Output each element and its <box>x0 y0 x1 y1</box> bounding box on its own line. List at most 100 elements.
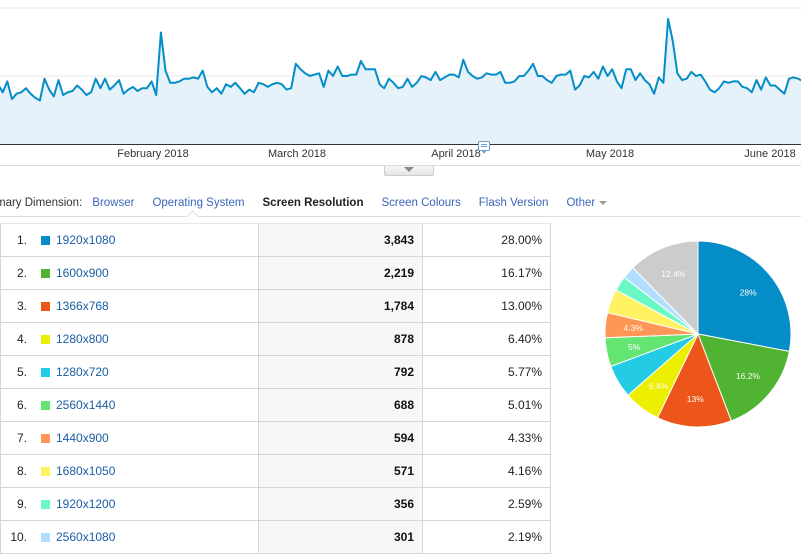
pie-slice-label: 12.4% <box>661 269 686 279</box>
primary-dimension-label: mary Dimension: <box>0 197 83 209</box>
sessions-line-chart <box>0 7 801 145</box>
sessions-value: 571 <box>393 464 414 478</box>
dimension-option-operating-system[interactable]: Operating System <box>152 197 244 209</box>
percent-cell: 4.16% <box>423 455 551 487</box>
dimension-link[interactable]: 1280x800 <box>56 332 109 346</box>
other-label: Other <box>566 197 596 209</box>
dimension-link[interactable]: 2560x1440 <box>56 398 115 412</box>
legend-swatch <box>41 500 50 509</box>
sessions-value: 688 <box>393 398 414 412</box>
percent-cell: 4.33% <box>423 422 551 454</box>
percent-cell: 13.00% <box>423 290 551 322</box>
dimension-option-screen-resolution[interactable]: Screen Resolution <box>263 197 364 209</box>
dimension-link[interactable]: 1366x768 <box>56 299 109 313</box>
legend-swatch <box>41 236 50 245</box>
dimension-option-other[interactable]: Other <box>566 197 608 209</box>
row-index: 1. <box>16 233 27 247</box>
row-index: 4. <box>16 332 27 346</box>
x-axis-tick: February 2018 <box>117 148 189 160</box>
sessions-cell: 356 <box>259 488 423 520</box>
percent-value: 13.00% <box>501 299 542 313</box>
percent-cell: 2.19% <box>423 521 551 553</box>
percent-value: 4.16% <box>507 464 542 478</box>
sessions-cell: 571 <box>259 455 423 487</box>
chevron-down-icon <box>404 167 414 172</box>
table-row: 9. 1920x1200 356 2.59% <box>0 488 551 521</box>
row-index: 2. <box>16 266 27 280</box>
row-index: 7. <box>16 431 27 445</box>
legend-swatch <box>41 302 50 311</box>
sessions-value: 3,843 <box>383 233 414 247</box>
sessions-cell: 878 <box>259 323 423 355</box>
percent-cell: 28.00% <box>423 224 551 256</box>
percent-cell: 16.17% <box>423 257 551 289</box>
row-index: 9. <box>16 497 27 511</box>
dimension-option-browser[interactable]: Browser <box>92 197 134 209</box>
primary-dimension-bar: mary Dimension: Browser Operating System… <box>0 193 625 213</box>
dimension-cell: 7. 1440x900 <box>0 422 259 454</box>
table-row: 7. 1440x900 594 4.33% <box>0 422 551 455</box>
sessions-cell: 594 <box>259 422 423 454</box>
dimension-cell: 1. 1920x1080 <box>0 224 259 256</box>
dimension-link[interactable]: 1680x1050 <box>56 464 115 478</box>
x-axis-tick: May 2018 <box>585 148 635 160</box>
row-index: 5. <box>16 365 27 379</box>
x-axis-tick: April 2018 <box>431 148 481 160</box>
dimension-cell: 5. 1280x720 <box>0 356 259 388</box>
dimension-cell: 9. 1920x1200 <box>0 488 259 520</box>
sessions-value: 594 <box>393 431 414 445</box>
data-table: 1. 1920x1080 3,843 28.00% 2. 1600x900 2,219 16.… <box>0 223 551 554</box>
dimension-link[interactable]: 1920x1080 <box>56 233 115 247</box>
dimension-option-flash-version[interactable]: Flash Version <box>479 197 549 209</box>
dimension-link[interactable]: 1280x720 <box>56 365 109 379</box>
percent-value: 5.01% <box>507 398 542 412</box>
table-row: 8. 1680x1050 571 4.16% <box>0 455 551 488</box>
table-row: 2. 1600x900 2,219 16.17% <box>0 257 551 290</box>
dimension-link[interactable]: 1440x900 <box>56 431 109 445</box>
table-row: 3. 1366x768 1,784 13.00% <box>0 290 551 323</box>
sessions-cell: 3,843 <box>259 224 423 256</box>
table-row: 5. 1280x720 792 5.77% <box>0 356 551 389</box>
dimension-link[interactable]: 2560x1080 <box>56 530 115 544</box>
legend-swatch <box>41 434 50 443</box>
percent-value: 16.17% <box>501 266 542 280</box>
sessions-value: 792 <box>393 365 414 379</box>
sessions-value: 356 <box>393 497 414 511</box>
dimension-link[interactable]: 1600x900 <box>56 266 109 280</box>
percent-value: 5.77% <box>507 365 542 379</box>
dimension-divider <box>0 216 801 217</box>
dimension-cell: 2. 1600x900 <box>0 257 259 289</box>
legend-swatch <box>41 467 50 476</box>
dimension-option-screen-colours[interactable]: Screen Colours <box>381 197 460 209</box>
sessions-cell: 301 <box>259 521 423 553</box>
table-row: 1. 1920x1080 3,843 28.00% <box>0 224 551 257</box>
pie-slice-label: 6.4% <box>649 381 669 391</box>
sessions-cell: 2,219 <box>259 257 423 289</box>
percent-cell: 2.59% <box>423 488 551 520</box>
row-index: 10. <box>10 530 27 544</box>
row-index: 3. <box>16 299 27 313</box>
percent-value: 6.40% <box>507 332 542 346</box>
legend-swatch <box>41 269 50 278</box>
dimension-cell: 10. 2560x1080 <box>0 521 259 553</box>
table-row: 10. 2560x1080 301 2.19% <box>0 521 551 554</box>
pie-slice-label: 5% <box>628 342 641 352</box>
row-index: 8. <box>16 464 27 478</box>
pie-chart: 28% 16.2% 13% 6.4% 5% 4.3% 12.4% <box>600 236 796 432</box>
collapse-annotations-button[interactable] <box>384 166 434 176</box>
dimension-cell: 3. 1366x768 <box>0 290 259 322</box>
pie-slice-label: 28% <box>740 288 757 298</box>
caret-down-icon <box>599 200 608 205</box>
percent-value: 2.59% <box>507 497 542 511</box>
annotation-icon[interactable] <box>478 141 490 154</box>
x-axis-tick: March 2018 <box>267 148 327 160</box>
table-row: 6. 2560x1440 688 5.01% <box>0 389 551 422</box>
table-row: 4. 1280x800 878 6.40% <box>0 323 551 356</box>
sessions-cell: 792 <box>259 356 423 388</box>
x-axis-tick: June 2018 <box>744 148 796 160</box>
sessions-value: 878 <box>393 332 414 346</box>
dimension-link[interactable]: 1920x1200 <box>56 497 115 511</box>
percent-cell: 5.01% <box>423 389 551 421</box>
legend-swatch <box>41 335 50 344</box>
percent-value: 4.33% <box>507 431 542 445</box>
